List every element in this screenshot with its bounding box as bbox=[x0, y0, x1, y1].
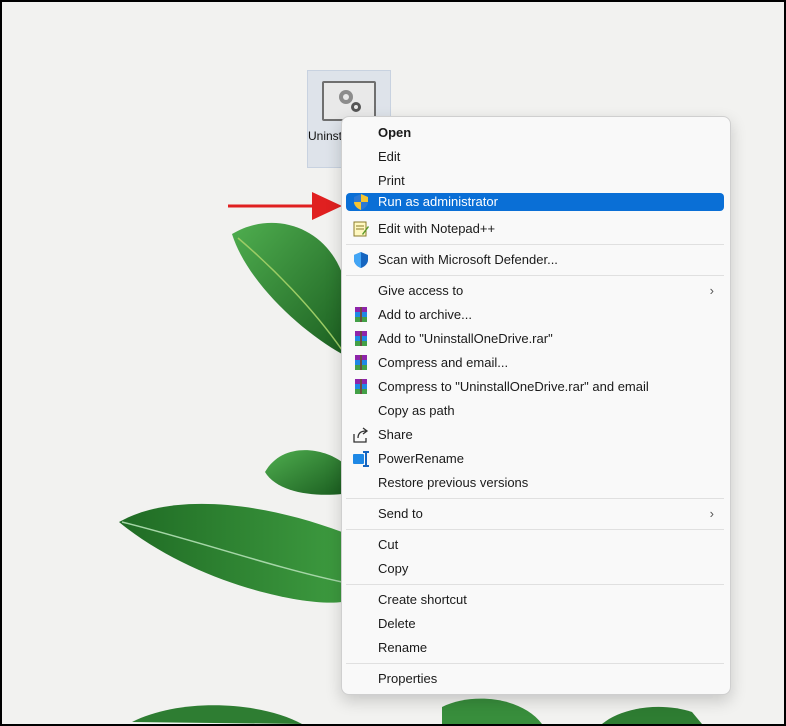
menu-separator bbox=[346, 663, 724, 664]
menu-item-copy[interactable]: Copy bbox=[346, 557, 724, 580]
menu-item-add-to-archive[interactable]: Add to archive... bbox=[346, 303, 724, 326]
notepad-plus-plus-icon bbox=[353, 221, 369, 237]
share-icon bbox=[353, 427, 369, 443]
menu-item-compress-and-email[interactable]: Compress and email... bbox=[346, 351, 724, 374]
menu-separator bbox=[346, 584, 724, 585]
menu-item-open[interactable]: Open bbox=[346, 121, 724, 144]
menu-item-send-to[interactable]: Send to › bbox=[346, 502, 724, 525]
menu-separator bbox=[346, 244, 724, 245]
batch-file-icon bbox=[322, 81, 376, 121]
menu-separator bbox=[346, 498, 724, 499]
menu-item-properties[interactable]: Properties bbox=[346, 667, 724, 690]
winrar-icon bbox=[355, 355, 367, 370]
menu-item-give-access-to[interactable]: Give access to › bbox=[346, 279, 724, 302]
menu-item-share[interactable]: Share bbox=[346, 423, 724, 446]
context-menu: Open Edit Print Run as administrator Edi… bbox=[341, 116, 731, 695]
red-arrow-annotation bbox=[228, 192, 342, 220]
menu-item-scan-with-defender[interactable]: Scan with Microsoft Defender... bbox=[346, 248, 724, 271]
menu-separator bbox=[346, 275, 724, 276]
menu-item-run-as-administrator[interactable]: Run as administrator bbox=[346, 193, 724, 211]
menu-item-rename[interactable]: Rename bbox=[346, 636, 724, 659]
menu-item-print[interactable]: Print bbox=[346, 169, 724, 192]
defender-shield-icon bbox=[354, 252, 368, 268]
menu-item-compress-to-rar-and-email[interactable]: Compress to "UninstallOneDrive.rar" and … bbox=[346, 375, 724, 398]
menu-item-powerrename[interactable]: PowerRename bbox=[346, 447, 724, 470]
menu-item-create-shortcut[interactable]: Create shortcut bbox=[346, 588, 724, 611]
winrar-icon bbox=[355, 379, 367, 394]
powerrename-icon bbox=[353, 451, 369, 467]
menu-item-restore-previous-versions[interactable]: Restore previous versions bbox=[346, 471, 724, 494]
winrar-icon bbox=[355, 331, 367, 346]
menu-item-cut[interactable]: Cut bbox=[346, 533, 724, 556]
menu-item-edit-with-notepad-plus-plus[interactable]: Edit with Notepad++ bbox=[346, 217, 724, 240]
menu-item-delete[interactable]: Delete bbox=[346, 612, 724, 635]
winrar-icon bbox=[355, 307, 367, 322]
menu-item-copy-as-path[interactable]: Copy as path bbox=[346, 399, 724, 422]
uac-shield-icon bbox=[354, 194, 368, 210]
menu-item-add-to-rar[interactable]: Add to "UninstallOneDrive.rar" bbox=[346, 327, 724, 350]
chevron-right-icon: › bbox=[709, 506, 714, 521]
menu-separator bbox=[346, 529, 724, 530]
chevron-right-icon: › bbox=[709, 283, 714, 298]
menu-item-edit[interactable]: Edit bbox=[346, 145, 724, 168]
